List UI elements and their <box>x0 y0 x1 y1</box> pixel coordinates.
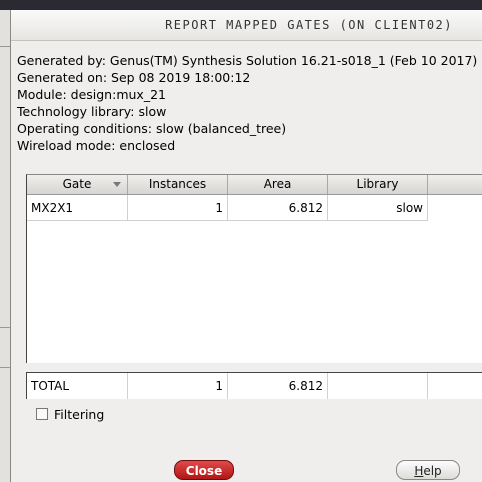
wireload-mode: Wireload mode: enclosed <box>17 138 176 153</box>
column-header-instances[interactable]: Instances <box>128 175 228 194</box>
report-info: Generated by: Genus(TM) Synthesis Soluti… <box>17 52 477 154</box>
total-instances: 1 <box>128 373 228 399</box>
cell-area: 6.812 <box>228 195 328 221</box>
cell-library: slow <box>328 195 428 221</box>
generated-by: Generated by: Genus(TM) Synthesis Soluti… <box>17 53 478 68</box>
close-button[interactable]: Close <box>174 460 234 480</box>
operating-conditions: Operating conditions: slow (balanced_tre… <box>17 121 287 136</box>
total-area: 6.812 <box>228 373 328 399</box>
filtering-option[interactable]: Filtering <box>36 407 104 423</box>
generated-on: Generated on: Sep 08 2019 18:00:12 <box>17 70 251 85</box>
gates-table[interactable]: Gate Instances Area Library MX2X1 1 6.81… <box>26 174 482 363</box>
totals-row: TOTAL 1 6.812 <box>26 372 482 399</box>
total-library <box>328 373 428 399</box>
filtering-label: Filtering <box>54 407 105 422</box>
total-label: TOTAL <box>27 373 128 399</box>
filtering-checkbox[interactable] <box>36 408 48 420</box>
table-row[interactable]: MX2X1 1 6.812 slow <box>27 195 428 221</box>
dialog-title: Report Mapped Gates (on client02) <box>165 18 453 32</box>
column-header-library[interactable]: Library <box>328 175 428 194</box>
cell-instances: 1 <box>128 195 228 221</box>
column-header-area[interactable]: Area <box>228 175 328 194</box>
technology-library: Technology library: slow <box>17 104 167 119</box>
module: Module: design:mux_21 <box>17 87 166 102</box>
table-header: Gate Instances Area Library <box>27 175 482 195</box>
background-app-header <box>0 0 482 10</box>
cell-gate: MX2X1 <box>27 195 128 221</box>
sort-descending-icon <box>113 182 121 187</box>
report-mapped-gates-dialog: Report Mapped Gates (on client02) Genera… <box>10 10 482 482</box>
dialog-titlebar[interactable]: Report Mapped Gates (on client02) <box>11 10 482 41</box>
help-button[interactable]: Help <box>396 460 460 480</box>
column-header-gate[interactable]: Gate <box>27 175 128 194</box>
